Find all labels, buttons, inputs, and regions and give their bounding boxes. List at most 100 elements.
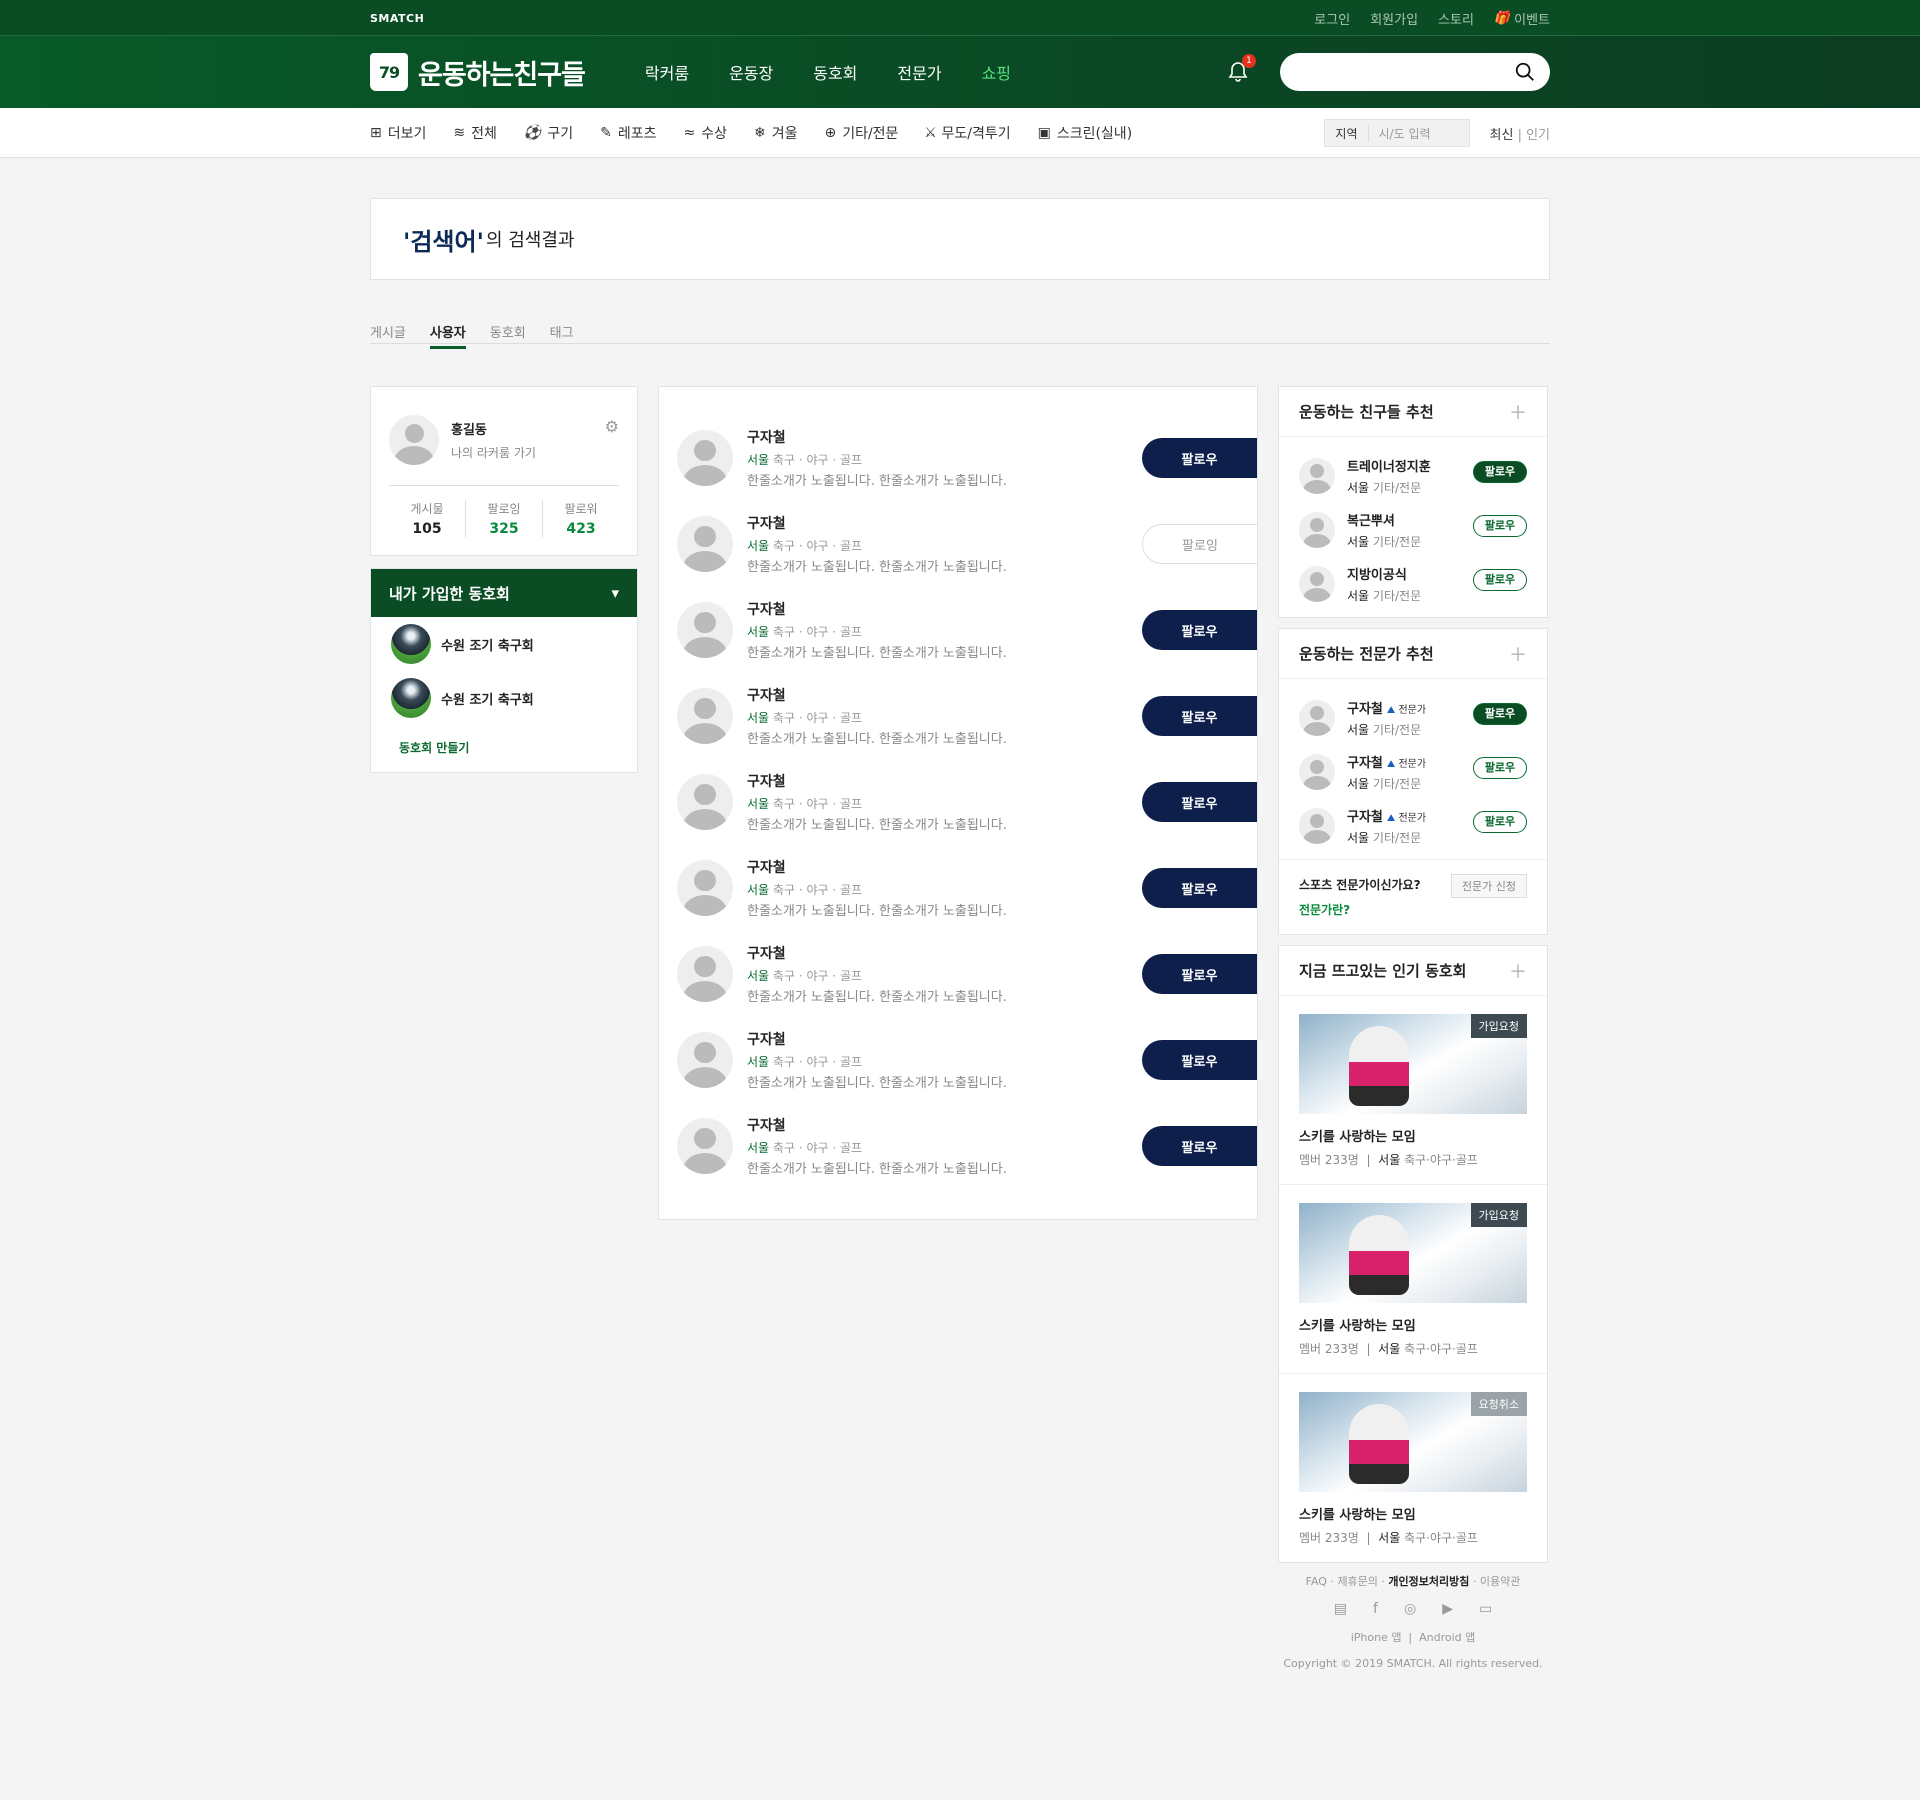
follow-button[interactable]: 팔로우 <box>1473 811 1527 833</box>
nav-field[interactable]: 운동장 <box>729 60 773 84</box>
user-name[interactable]: 구자철 <box>747 513 1007 533</box>
following-button[interactable]: 팔로잉 <box>1142 524 1257 564</box>
nav-shopping[interactable]: 쇼핑 <box>982 60 1011 84</box>
category-screen[interactable]: ▣ 스크린(실내) <box>1038 123 1133 143</box>
brand-small[interactable]: SMATCH <box>370 12 424 25</box>
group-thumbnail[interactable]: 가입요청 <box>1299 1014 1527 1114</box>
tab-users[interactable]: 사용자 <box>429 322 466 349</box>
avatar[interactable] <box>1299 754 1335 790</box>
follow-button[interactable]: 팔로우 <box>1142 696 1257 736</box>
avatar[interactable] <box>677 602 733 658</box>
stat-following[interactable]: 팔로잉 325 <box>466 500 543 537</box>
user-name[interactable]: 구자철 <box>747 1115 1007 1135</box>
follow-button[interactable]: 팔로우 <box>1142 868 1257 908</box>
recommend-name[interactable]: 트레이너정지훈 <box>1347 460 1431 475</box>
avatar[interactable] <box>677 688 733 744</box>
avatar[interactable] <box>1299 512 1335 548</box>
user-name[interactable]: 구자철 <box>747 427 1007 447</box>
gear-icon[interactable]: ⚙ <box>605 417 619 436</box>
follow-button[interactable]: 팔로우 <box>1473 461 1527 483</box>
tab-tags[interactable]: 태그 <box>550 322 574 343</box>
region-input[interactable]: 시/도 입력 <box>1369 125 1469 142</box>
tab-clubs[interactable]: 동호회 <box>490 322 526 343</box>
group-thumbnail[interactable]: 요청취소 <box>1299 1392 1527 1492</box>
what-is-expert-link[interactable]: 전문가란? <box>1299 901 1527 918</box>
join-request-button[interactable]: 가입요청 <box>1470 1014 1527 1038</box>
tab-posts[interactable]: 게시글 <box>370 322 406 343</box>
login-link[interactable]: 로그인 <box>1314 9 1350 28</box>
follow-button[interactable]: 팔로우 <box>1142 954 1257 994</box>
category-water[interactable]: ≈ 수상 <box>683 123 727 143</box>
category-more[interactable]: ⊞ 더보기 <box>370 123 426 143</box>
avatar[interactable] <box>677 946 733 1002</box>
stat-posts[interactable]: 게시물 105 <box>389 500 466 537</box>
logo[interactable]: 79 운동하는친구들 <box>370 53 586 92</box>
category-all[interactable]: ≋ 전체 <box>453 123 497 143</box>
recommend-name[interactable]: 구자철 <box>1347 756 1383 771</box>
avatar[interactable] <box>389 415 439 465</box>
follow-button[interactable]: 팔로우 <box>1142 610 1257 650</box>
nav-lockerroom[interactable]: 락커룸 <box>645 60 689 84</box>
group-item[interactable]: 가입요청 스키를 사랑하는 모임 멤버 233명 | 서울 축구·야구·골프 <box>1279 996 1547 1185</box>
category-martial[interactable]: ⚔ 무도/격투기 <box>925 123 1010 143</box>
avatar[interactable] <box>677 860 733 916</box>
region-filter[interactable]: 지역 시/도 입력 <box>1324 119 1470 147</box>
signup-link[interactable]: 회원가입 <box>1370 9 1418 28</box>
nav-club[interactable]: 동호회 <box>813 60 857 84</box>
avatar[interactable] <box>1299 458 1335 494</box>
group-item[interactable]: 가입요청 스키를 사랑하는 모임 멤버 233명 | 서울 축구·야구·골프 <box>1279 1185 1547 1374</box>
user-name[interactable]: 구자철 <box>747 857 1007 877</box>
user-name[interactable]: 구자철 <box>747 685 1007 705</box>
naver-post-icon[interactable]: ▤ <box>1334 1601 1347 1617</box>
recommend-name[interactable]: 지방이공식 <box>1347 568 1407 583</box>
avatar[interactable] <box>1299 700 1335 736</box>
follow-button[interactable]: 팔로우 <box>1142 1126 1257 1166</box>
follow-button[interactable]: 팔로우 <box>1142 1040 1257 1080</box>
youtube-icon[interactable]: ▶ <box>1442 1601 1453 1617</box>
avatar[interactable] <box>677 1032 733 1088</box>
sort-popular[interactable]: 인기 <box>1526 128 1550 143</box>
avatar[interactable] <box>677 774 733 830</box>
privacy-link[interactable]: 개인정보처리방침 <box>1388 1575 1469 1588</box>
category-leisure[interactable]: ✎ 레포츠 <box>600 123 656 143</box>
follow-button[interactable]: 팔로우 <box>1473 569 1527 591</box>
avatar[interactable] <box>677 1118 733 1174</box>
club-item[interactable]: 수원 조기 축구회 <box>371 671 637 725</box>
user-name[interactable]: 구자철 <box>747 599 1007 619</box>
avatar[interactable] <box>677 430 733 486</box>
follow-button[interactable]: 팔로우 <box>1473 757 1527 779</box>
follow-button[interactable]: 팔로우 <box>1473 515 1527 537</box>
club-item[interactable]: 수원 조기 축구회 <box>371 617 637 671</box>
story-link[interactable]: 스토리 <box>1438 9 1474 28</box>
avatar[interactable] <box>1299 566 1335 602</box>
follow-button[interactable]: 팔로우 <box>1142 438 1257 478</box>
follow-button[interactable]: 팔로우 <box>1473 703 1527 725</box>
notification-button[interactable]: 1 <box>1226 54 1256 84</box>
android-app-link[interactable]: Android 앱 <box>1419 1631 1475 1644</box>
my-clubs-toggle[interactable]: 내가 가입한 동호회 ▾ <box>371 569 637 617</box>
plus-icon[interactable]: ＋ <box>1509 399 1527 425</box>
iphone-app-link[interactable]: iPhone 앱 <box>1351 1631 1402 1644</box>
search-input[interactable] <box>1298 64 1504 80</box>
cancel-request-button[interactable]: 요청취소 <box>1470 1392 1527 1416</box>
category-ball[interactable]: ⚽ 구기 <box>524 123 573 143</box>
user-name[interactable]: 구자철 <box>747 771 1007 791</box>
lockerroom-link[interactable]: 나의 라커룸 가기 <box>451 444 536 461</box>
category-winter[interactable]: ❄ 겨울 <box>754 123 798 143</box>
recommend-name[interactable]: 복근뿌셔 <box>1347 514 1395 529</box>
terms-link[interactable]: 이용약관 <box>1480 1575 1520 1588</box>
instagram-icon[interactable]: ◎ <box>1404 1601 1416 1617</box>
search-icon[interactable] <box>1514 61 1536 83</box>
recommend-name[interactable]: 구자철 <box>1347 702 1383 717</box>
avatar[interactable] <box>1299 808 1335 844</box>
plus-icon[interactable]: ＋ <box>1509 641 1527 667</box>
partnership-link[interactable]: 제휴문의 <box>1337 1575 1377 1588</box>
category-etc[interactable]: ⊕ 기타/전문 <box>824 123 898 143</box>
sort-latest[interactable]: 최신 <box>1490 128 1514 143</box>
group-title[interactable]: 스키를 사랑하는 모임 <box>1299 1504 1527 1523</box>
plus-icon[interactable]: ＋ <box>1509 958 1527 984</box>
user-name[interactable]: 구자철 <box>747 1029 1007 1049</box>
group-thumbnail[interactable]: 가입요청 <box>1299 1203 1527 1303</box>
nav-expert[interactable]: 전문가 <box>897 60 941 84</box>
create-club-link[interactable]: 동호회 만들기 <box>371 725 637 772</box>
